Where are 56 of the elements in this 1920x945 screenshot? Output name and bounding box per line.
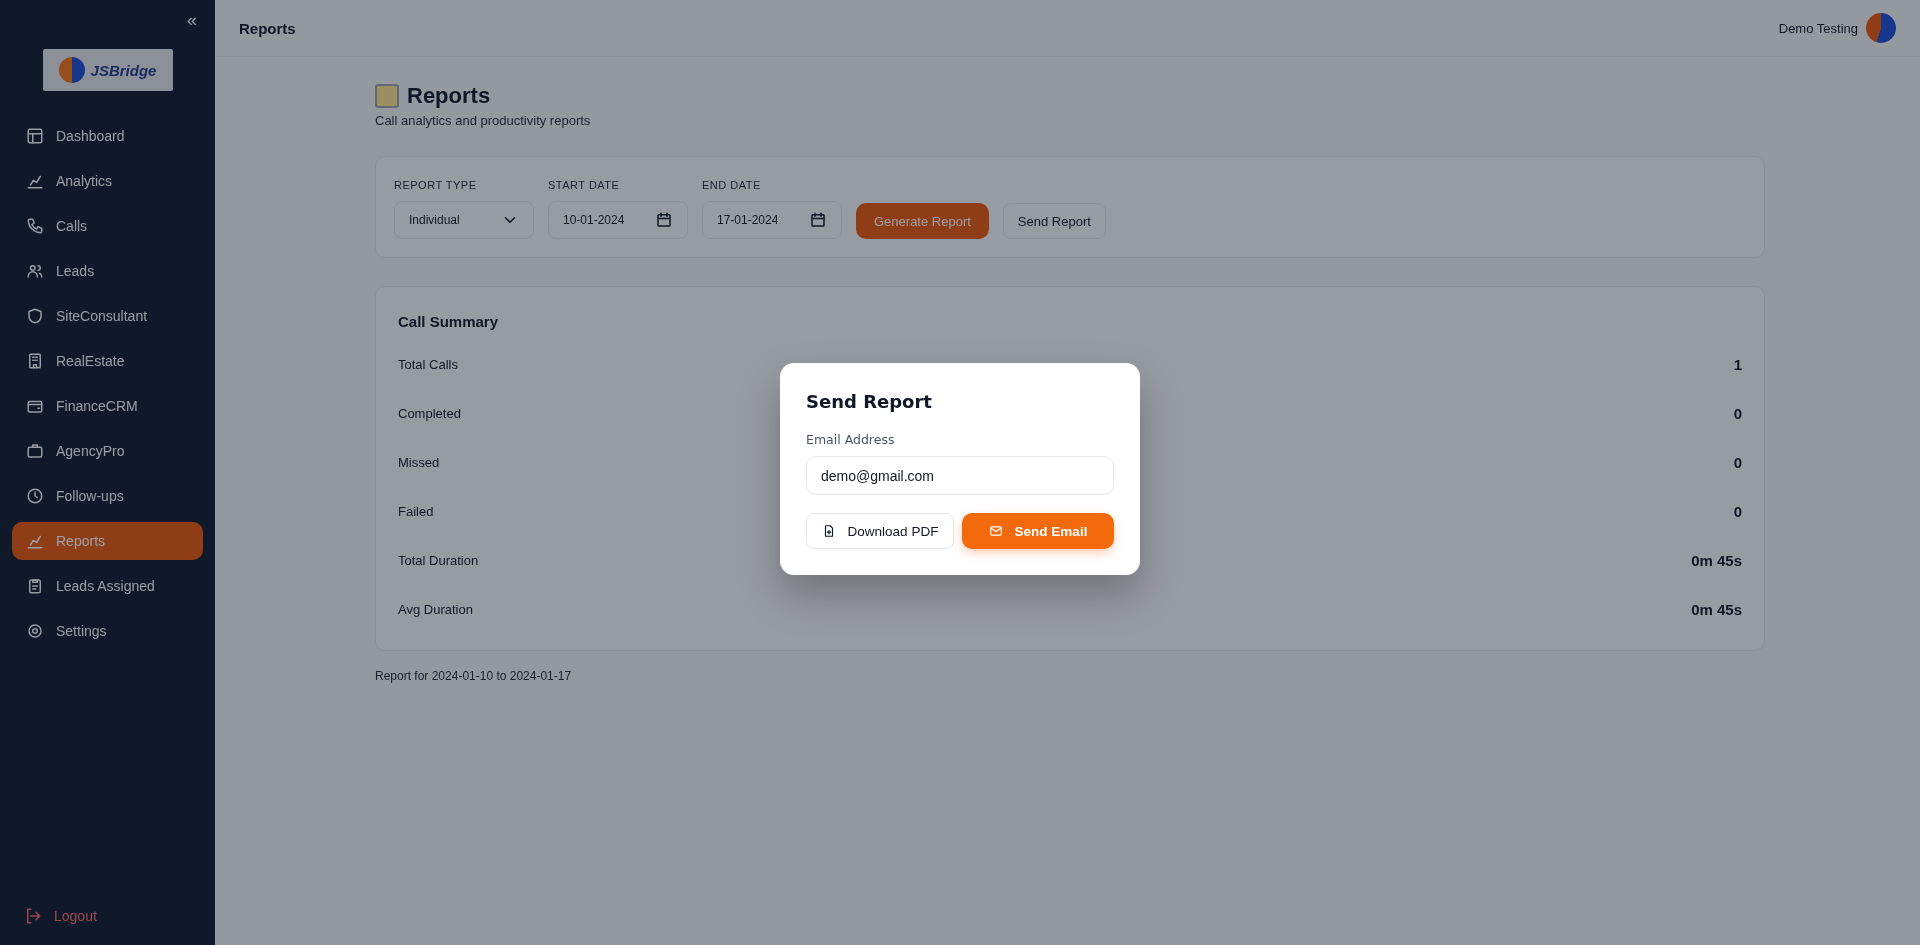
- page-subtitle: Call analytics and productivity reports: [375, 113, 592, 128]
- user-name: Demo Testing: [1778, 20, 1858, 36]
- avatar[interactable]: [1866, 13, 1896, 43]
- people-icon: [26, 262, 44, 280]
- stat-value: 0: [1733, 405, 1742, 422]
- sidebar-item[interactable]: Leads Assigned: [12, 567, 203, 605]
- logo: JSBridge: [42, 49, 173, 91]
- start-date-field[interactable]: 10-01-2024: [548, 201, 688, 239]
- settings-icon: [26, 622, 44, 640]
- sidebar-item[interactable]: RealEstate: [12, 342, 203, 380]
- card-title: Call Summary: [398, 313, 500, 330]
- field-label: Email Address: [806, 432, 896, 447]
- briefcase-icon: [26, 442, 44, 460]
- sidebar-item[interactable]: SiteConsultant: [12, 297, 203, 335]
- stat-label: Failed: [398, 504, 434, 519]
- report-type-select[interactable]: Individual: [394, 201, 534, 239]
- stat-label: Missed: [398, 455, 440, 470]
- sidebar-item[interactable]: FinanceCRM: [12, 387, 203, 425]
- field-label: REPORT TYPE: [394, 179, 478, 191]
- sidebar-item[interactable]: Leads: [12, 252, 203, 290]
- sidebar-item[interactable]: Calls: [12, 207, 203, 245]
- report-footnote: Report for 2024-01-10 to 2024-01-17: [375, 669, 573, 683]
- dialog-title: Send Report: [806, 391, 933, 412]
- mail-icon: [988, 524, 1003, 538]
- stat-label: Completed: [398, 406, 461, 421]
- sidebar-item[interactable]: AgencyPro: [12, 432, 203, 470]
- grid-icon: [26, 127, 44, 145]
- stat-label: Avg Duration: [398, 602, 473, 617]
- download-pdf-button[interactable]: Download PDF: [806, 513, 954, 549]
- shield-icon: [26, 307, 44, 325]
- field-label: START DATE: [548, 179, 621, 191]
- stat-label: Total Duration: [398, 553, 479, 568]
- stat-value: 0m 45s: [1691, 552, 1742, 569]
- sidebar-item[interactable]: Analytics: [12, 162, 203, 200]
- stat-value: 0: [1733, 454, 1742, 471]
- end-date-field[interactable]: 17-01-2024: [702, 201, 842, 239]
- calendar-icon: [655, 211, 673, 229]
- collapse-button[interactable]: «: [181, 10, 203, 31]
- stat-value: 0: [1733, 503, 1742, 520]
- header-title: Reports: [239, 19, 296, 37]
- clock-icon: [26, 487, 44, 505]
- building-icon: [26, 352, 44, 370]
- send-report-button[interactable]: Send Report: [1002, 203, 1106, 239]
- sidebar-item[interactable]: Follow-ups: [12, 477, 203, 515]
- phone-icon: [26, 217, 44, 235]
- stat-label: Total Calls: [398, 357, 458, 372]
- email-field[interactable]: demo@gmail.com: [806, 456, 1114, 495]
- sidebar-item[interactable]: Settings: [12, 612, 203, 650]
- field-label: END DATE: [702, 179, 762, 191]
- logout-icon: [24, 907, 42, 925]
- sidebar-item[interactable]: Dashboard: [12, 117, 203, 155]
- stat-value: 0m 45s: [1691, 601, 1742, 618]
- clipboard-icon: [26, 577, 44, 595]
- calendar-icon: [809, 211, 827, 229]
- page-title: Reports: [407, 83, 491, 109]
- stat-value: 1: [1733, 356, 1742, 373]
